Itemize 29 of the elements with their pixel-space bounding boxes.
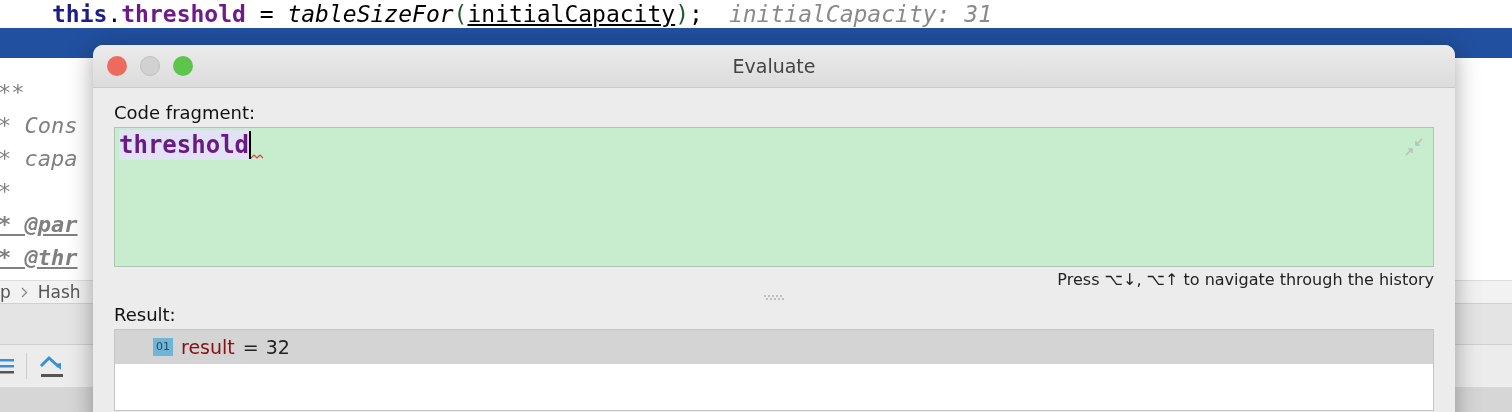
- list-icon[interactable]: [0, 357, 14, 375]
- field-label: Result:: [114, 304, 176, 326]
- comment-line: * @par: [0, 211, 78, 239]
- variable-value: 32: [265, 336, 290, 358]
- comment-line: * Cons: [0, 112, 78, 140]
- field-label: Code fragment:: [114, 102, 256, 124]
- breadcrumb-item[interactable]: p: [0, 282, 11, 302]
- code-fragment-field[interactable]: threshold: [114, 127, 1434, 267]
- zoom-button[interactable]: [173, 56, 193, 76]
- equals-sign: =: [242, 336, 259, 358]
- splitter-handle-icon[interactable]: [763, 294, 785, 300]
- chevron-icon: [20, 286, 28, 298]
- comment-line: **: [0, 79, 25, 107]
- close-button[interactable]: [107, 56, 127, 76]
- collapse-icon[interactable]: [1405, 138, 1423, 156]
- comment-line: * capa: [0, 145, 78, 173]
- code-line: this.threshold = tableSizeFor(initialCapacity);: [52, 1, 703, 27]
- minimize-button[interactable]: [140, 56, 160, 76]
- result-row[interactable]: 01 result = 32: [115, 330, 1433, 364]
- type-badge: 01: [153, 338, 173, 356]
- step-arrow-icon[interactable]: [39, 354, 65, 378]
- comment-line: *: [0, 178, 12, 206]
- history-hint: Press ⌥↓, ⌥↑ to navigate through the history: [1057, 270, 1434, 290]
- comment-line: * @thr: [0, 244, 78, 272]
- variable-name: result: [181, 336, 235, 358]
- breadcrumb-item[interactable]: Hash: [37, 282, 81, 302]
- error-squiggle-icon: [251, 154, 266, 159]
- window-title: Evaluate: [732, 55, 816, 77]
- inline-hint: initialCapacity: 31: [728, 1, 992, 27]
